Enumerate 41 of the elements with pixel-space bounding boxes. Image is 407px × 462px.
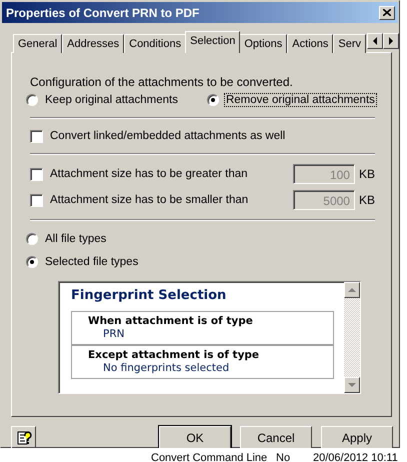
section-label: Configuration of the attachments to be converted. <box>30 74 294 89</box>
dialog-button[interactable]: Cancel <box>240 426 312 450</box>
panel-title: Fingerprint Selection <box>71 286 228 304</box>
list-cell: Convert Command Line <box>151 452 268 462</box>
tab[interactable]: Serv <box>333 34 366 53</box>
radio-label[interactable]: Keep original attachments <box>44 94 179 106</box>
tab[interactable]: Conditions <box>124 34 186 53</box>
rule-value[interactable]: No fingerprints selected <box>88 362 333 374</box>
tab[interactable]: Actions <box>287 34 334 53</box>
tab[interactable]: General <box>13 34 62 53</box>
list-cell: No <box>276 452 290 462</box>
unit-label: KB <box>358 167 375 181</box>
radio-button[interactable] <box>206 94 219 106</box>
window-title: Properties of Convert PRN to PDF <box>6 6 200 20</box>
help-icon[interactable] <box>16 430 32 446</box>
scroll-right-button[interactable] <box>383 33 399 49</box>
dialog-button[interactable]: Apply <box>321 426 393 450</box>
tab[interactable]: Selection <box>185 31 240 53</box>
scroll-down-button[interactable] <box>344 377 360 393</box>
tab[interactable]: Options <box>239 34 288 53</box>
radio-button[interactable] <box>26 232 38 244</box>
radio-button[interactable] <box>26 256 38 268</box>
rule-heading: Except attachment is of type <box>88 349 260 361</box>
checkbox[interactable] <box>30 130 43 142</box>
scroll-left-icon[interactable] <box>372 36 378 46</box>
close-button[interactable] <box>379 6 395 20</box>
radio-label[interactable]: All file types <box>44 232 108 244</box>
scroll-up-button[interactable] <box>344 282 360 298</box>
rule-heading: When attachment is of type <box>88 315 254 327</box>
dialog-button[interactable]: OK <box>159 426 231 450</box>
scroll-right-icon[interactable] <box>388 36 394 46</box>
radio-label[interactable]: Remove original attachments <box>224 94 376 106</box>
checkbox-label[interactable]: Convert linked/embedded attachments as well <box>49 130 286 142</box>
tab[interactable]: Addresses <box>62 34 124 53</box>
unit-label: KB <box>358 193 375 207</box>
list-cell: 20/06/2012 10:11 <box>313 452 398 462</box>
close-icon[interactable] <box>383 9 391 16</box>
radio-label[interactable]: Selected file types <box>44 256 140 268</box>
radio-button[interactable] <box>26 94 38 106</box>
rule-value[interactable]: PRN <box>88 328 333 340</box>
scroll-left-button[interactable] <box>367 33 383 49</box>
